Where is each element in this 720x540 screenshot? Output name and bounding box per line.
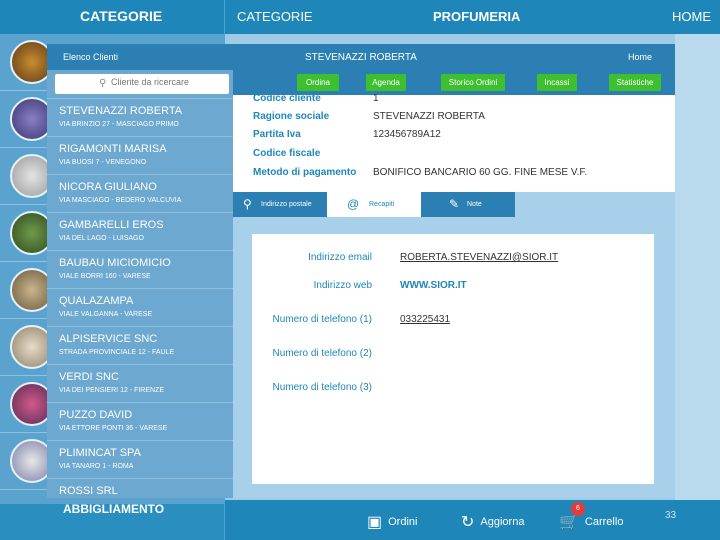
categories-title: CATEGORIE (80, 8, 163, 24)
client-list-item[interactable]: VERDI SNC VIA DEI PENSIERI 12 - FIRENZE (47, 364, 233, 402)
client-list-panel: Elenco Clienti ⚲ STEVENAZZI ROBERTA VIA B… (47, 44, 233, 498)
ordini-label: Ordini (388, 516, 418, 528)
note-icon: ✎ (449, 197, 460, 211)
contact-value-email[interactable]: ROBERTA.STEVENAZZI@SIOR.IT (400, 252, 558, 263)
client-list-item[interactable]: BAUBAU MICIOMICIO VIALE BORRI 160 - VARES… (47, 250, 233, 288)
storico-ordini-button[interactable]: Storico Ordini (441, 74, 505, 91)
statistiche-button[interactable]: Statistiche (609, 74, 661, 91)
client-list-item[interactable]: ROSSI SRL (47, 478, 233, 498)
client-address: VIA DEL LAGO - LUISAGO (59, 235, 144, 242)
content-background-edge (675, 34, 720, 500)
field-label-partita-iva: Partita Iva (253, 129, 301, 140)
ordini-button[interactable]: ▣ Ordini (367, 512, 417, 532)
detail-header: STEVENAZZI ROBERTA Home (233, 44, 675, 70)
box-icon: ▣ (367, 514, 383, 531)
client-name: ROSSI SRL (59, 485, 118, 497)
client-name: QUALAZAMPA (59, 295, 134, 307)
client-list-header: Elenco Clienti (47, 44, 233, 70)
client-name: BAUBAU MICIOMICIO (59, 257, 171, 269)
top-bar: CATEGORIE CATEGORIE PROFUMERIA HOME (0, 0, 720, 34)
client-address: VIA BUOSI 7 - VENEGONO (59, 159, 147, 166)
client-name: PUZZO DAVID (59, 409, 133, 421)
tab-note[interactable]: ✎ Note (421, 192, 515, 217)
search-icon: ⚲ (99, 78, 107, 89)
aggiorna-button[interactable]: ↻ Aggiorna (461, 512, 524, 532)
contact-value-web[interactable]: WWW.SIOR.IT (400, 280, 467, 291)
field-value-codice-cliente: 1 (373, 93, 379, 104)
client-name: PLIMINCAT SPA (59, 447, 141, 459)
ordina-button[interactable]: Ordina (297, 74, 339, 91)
tab-label: Indirizzo postale (261, 201, 312, 208)
contact-label-phone-1: Numero di telefono (1) (272, 314, 373, 325)
detail-toolbar: Ordina Agenda Storico Ordini Incassi Sta… (233, 70, 675, 95)
client-address: VIALE BORRI 160 - VARESE (59, 273, 151, 280)
client-list-item[interactable]: PUZZO DAVID VIA ETTORE PONTI 36 - VARESE (47, 402, 233, 440)
client-name: NICORA GIULIANO (59, 181, 157, 193)
client-name: ALPISERVICE SNC (59, 333, 158, 345)
client-list-item[interactable]: RIGAMONTI MARISA VIA BUOSI 7 - VENEGONO (47, 136, 233, 174)
page-number: 33 (665, 510, 677, 521)
contact-label-phone-3: Numero di telefono (3) (272, 382, 373, 393)
field-value-metodo-pagamento: BONIFICO BANCARIO 60 GG. FINE MESE V.F. (373, 167, 588, 178)
category-label-abbigliamento[interactable]: ABBIGLIAMENTO (63, 502, 164, 516)
detail-home-link[interactable]: Home (628, 52, 652, 62)
client-list-item[interactable]: NICORA GIULIANO VIA MASCIAGO - BEDERO VAL… (47, 174, 233, 212)
cart-count-badge: 6 (571, 502, 585, 516)
client-address: VIA ETTORE PONTI 36 - VARESE (59, 425, 168, 432)
client-name: STEVENAZZI ROBERTA (59, 105, 183, 117)
contact-label-phone-2: Numero di telefono (2) (272, 348, 373, 359)
breadcrumb-categorie[interactable]: CATEGORIE (237, 9, 313, 24)
pin-icon: ⚲ (243, 197, 252, 211)
tab-indirizzo-postale[interactable]: ⚲ Indirizzo postale (233, 192, 327, 217)
client-address: VIALE VALGANNA - VARESE (59, 311, 153, 318)
client-list-item[interactable]: GAMBARELLI EROS VIA DEL LAGO - LUISAGO (47, 212, 233, 250)
client-info-section: Codice cliente 1 Ragione sociale STEVENA… (233, 93, 675, 192)
at-icon: @ (347, 197, 360, 211)
carrello-button[interactable]: 🛒 Carrello (559, 512, 623, 532)
client-name: VERDI SNC (59, 371, 119, 383)
field-label-codice-cliente: Codice cliente (253, 93, 321, 104)
client-address: VIA TANARO 1 - ROMA (59, 463, 134, 470)
field-label-ragione-sociale: Ragione sociale (253, 111, 330, 122)
client-list-item[interactable]: ALPISERVICE SNC STRADA PROVINCIALE 12 - F… (47, 326, 233, 364)
client-address: STRADA PROVINCIALE 12 - FAULE (59, 349, 175, 356)
client-address: VIA MASCIAGO - BEDERO VALCUVIA (59, 197, 182, 204)
contacts-section: Indirizzo email ROBERTA.STEVENAZZI@SIOR.… (252, 234, 654, 484)
client-list-title: Elenco Clienti (63, 52, 119, 62)
field-label-codice-fiscale: Codice fiscale (253, 148, 321, 159)
tab-label: Note (467, 201, 482, 208)
refresh-icon: ↻ (461, 514, 475, 531)
client-list-item[interactable]: STEVENAZZI ROBERTA VIA BRINZIO 27 - MASCI… (47, 98, 233, 136)
section-title: PROFUMERIA (433, 9, 521, 24)
agenda-button[interactable]: Agenda (366, 74, 406, 91)
aggiorna-label: Aggiorna (480, 516, 525, 528)
bottom-bar: ▣ Ordini ↻ Aggiorna 🛒 Carrello 6 33 (225, 500, 720, 540)
home-link[interactable]: HOME (672, 9, 711, 24)
client-list-item[interactable]: QUALAZAMPA VIALE VALGANNA - VARESE (47, 288, 233, 326)
client-search-box[interactable]: ⚲ (55, 74, 229, 94)
client-address: VIA DEI PENSIERI 12 - FIRENZE (59, 387, 165, 394)
contact-value-phone-1[interactable]: 033225431 (400, 314, 450, 325)
field-value-ragione-sociale: STEVENAZZI ROBERTA (373, 111, 485, 122)
contact-label-email: Indirizzo email (308, 252, 372, 263)
incassi-button[interactable]: Incassi (537, 74, 577, 91)
client-address: VIA BRINZIO 27 - MASCIAGO PRIMO (59, 121, 179, 128)
field-value-partita-iva: 123456789A12 (373, 129, 441, 140)
client-name: GAMBARELLI EROS (59, 219, 164, 231)
client-detail-panel: STEVENAZZI ROBERTA Home Ordina Agenda St… (233, 44, 675, 498)
carrello-label: Carrello (584, 516, 624, 528)
client-name: RIGAMONTI MARISA (59, 143, 167, 155)
detail-tabs: ⚲ Indirizzo postale @ Recapiti ✎ Note (233, 192, 675, 217)
client-search-input[interactable] (111, 77, 221, 87)
field-label-metodo-pagamento: Metodo di pagamento (253, 167, 357, 178)
tab-recapiti[interactable]: @ Recapiti (327, 192, 421, 217)
detail-title: STEVENAZZI ROBERTA (305, 52, 417, 63)
tab-label: Recapiti (369, 201, 395, 208)
client-list-item[interactable]: PLIMINCAT SPA VIA TANARO 1 - ROMA (47, 440, 233, 478)
contact-label-web: Indirizzo web (313, 280, 372, 291)
